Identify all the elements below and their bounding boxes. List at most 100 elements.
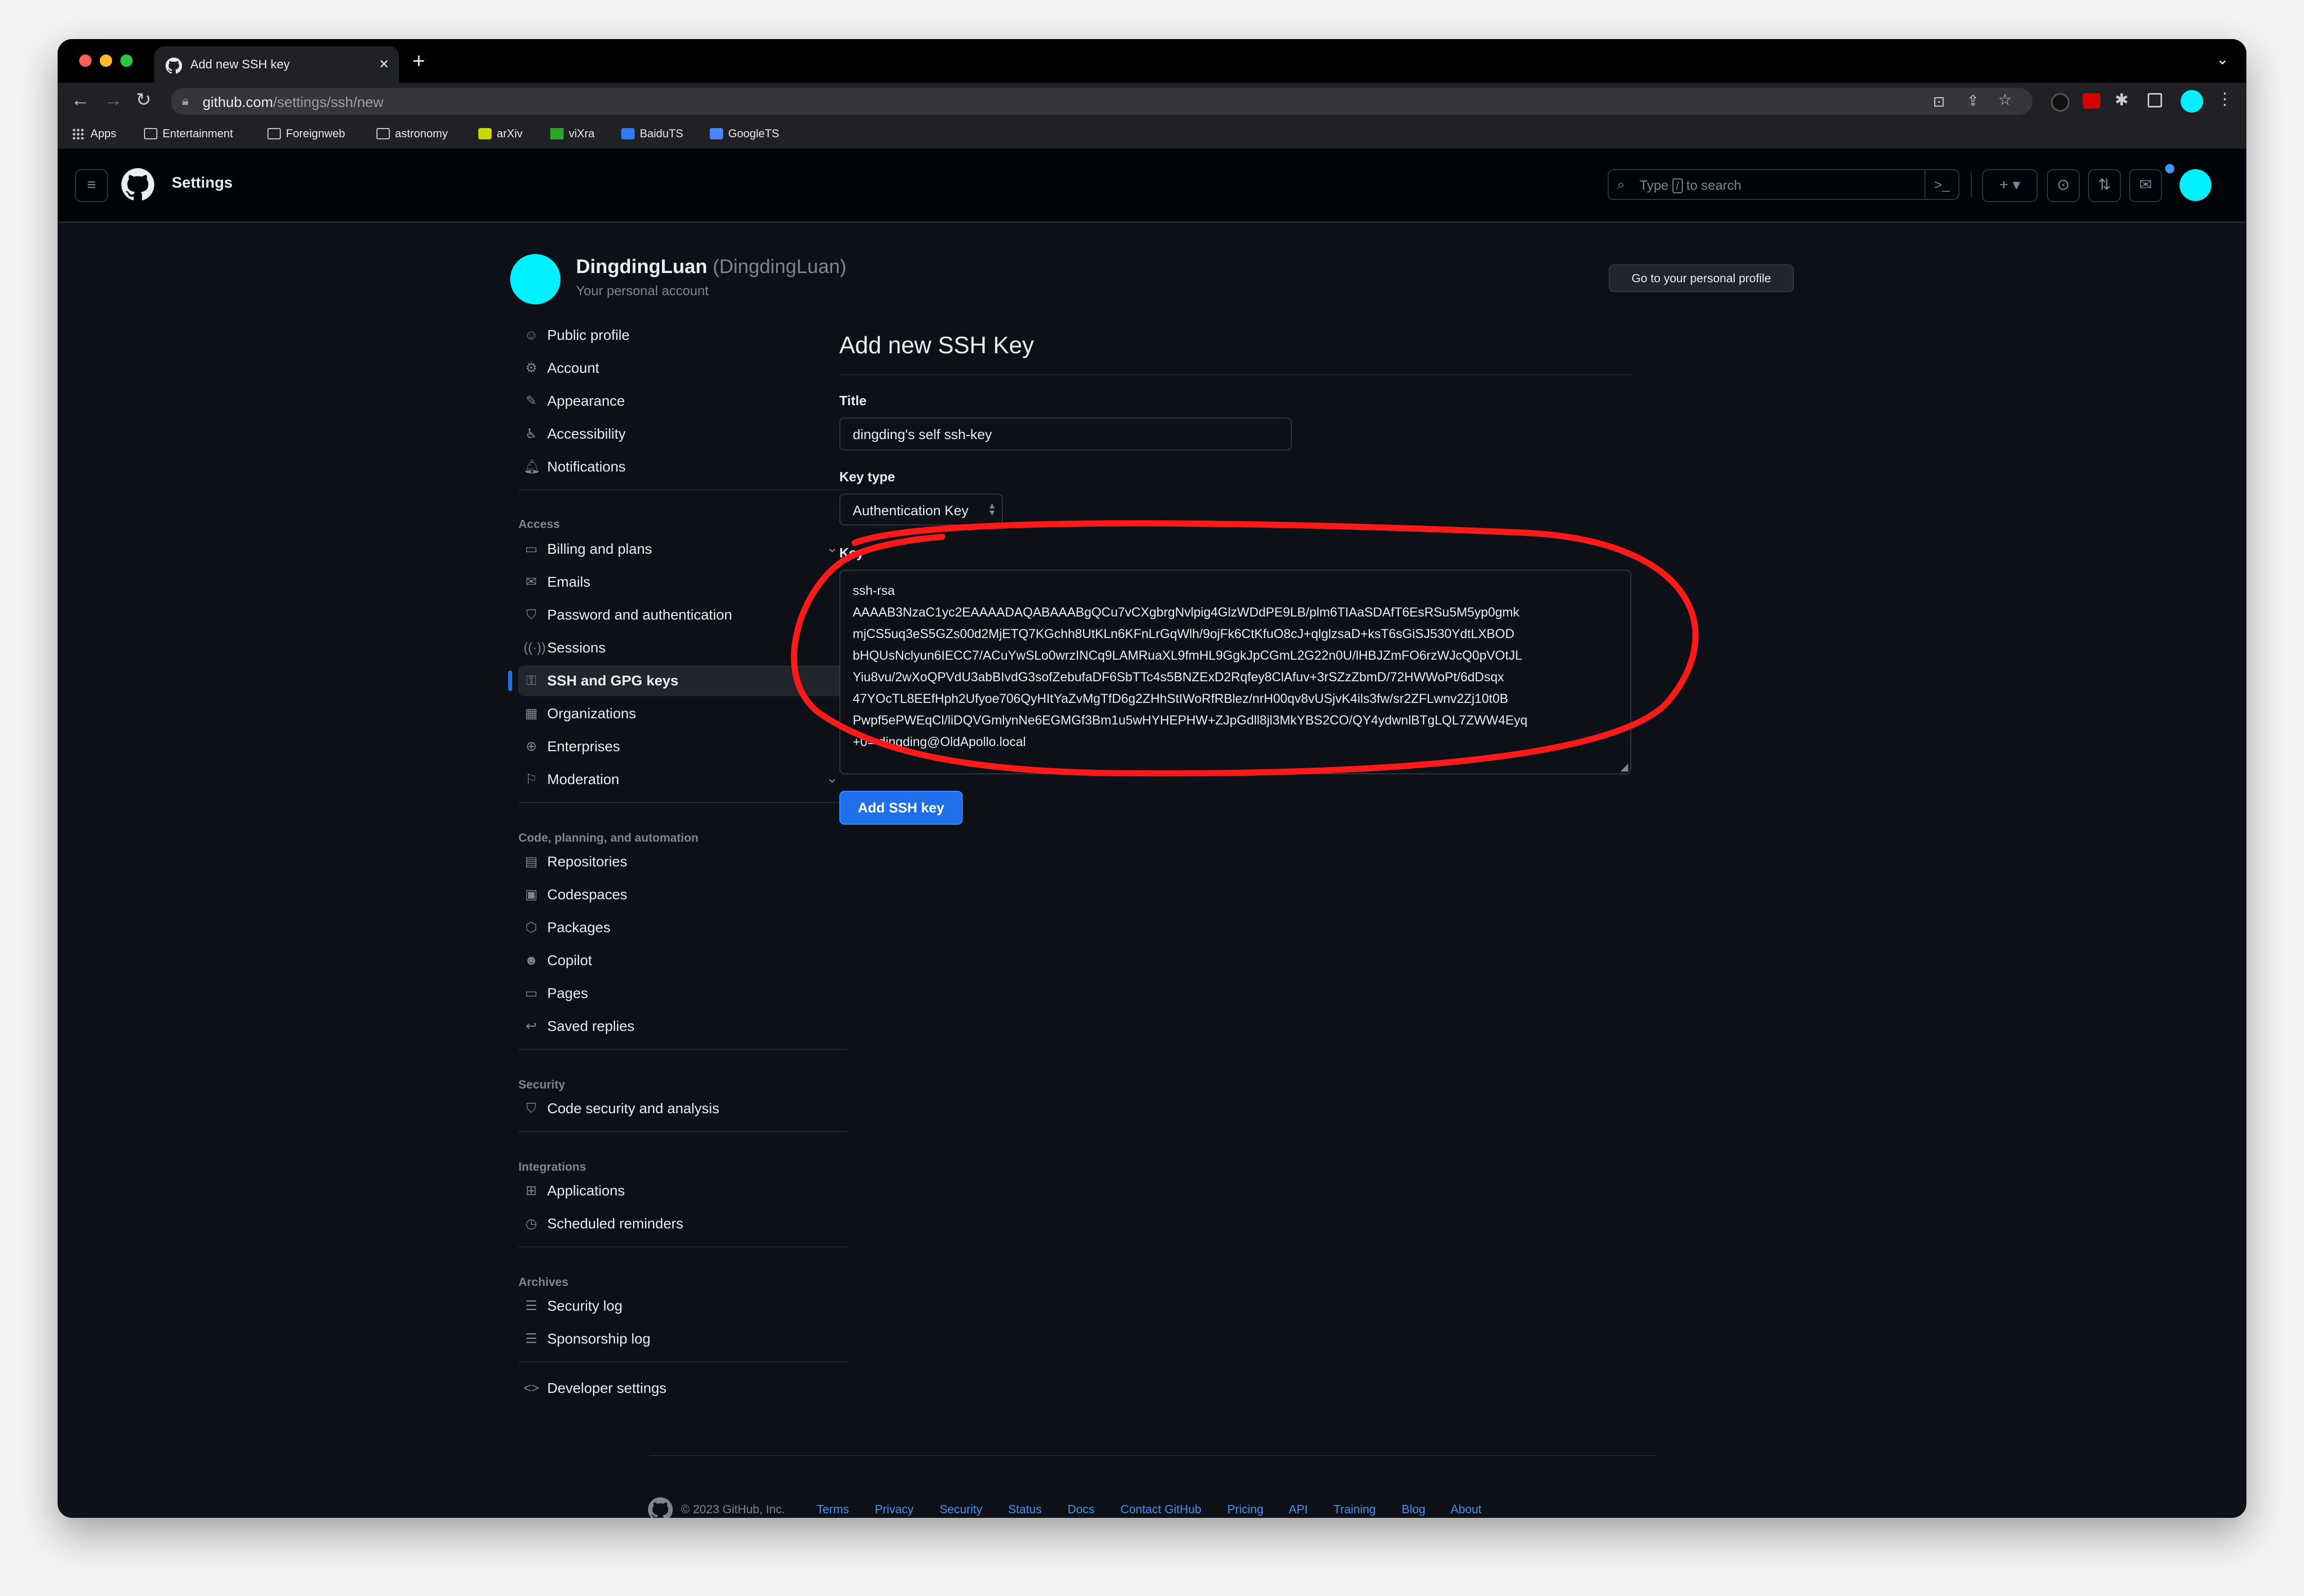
bookmark-entertainment[interactable]: Entertainment	[144, 127, 233, 140]
sidebar-item-security-log[interactable]: ☰ Security log	[518, 1291, 848, 1321]
sidebar-item-account[interactable]: ⚙︎ Account	[518, 353, 848, 384]
sidebar-item-sessions[interactable]: ((·)) Sessions	[518, 632, 848, 663]
sidebar-item-repositories[interactable]: ▤ Repositories	[518, 846, 848, 877]
folder-icon	[267, 128, 281, 139]
footer-link-terms[interactable]: Terms	[817, 1502, 849, 1516]
address-bar[interactable]: 🔒︎ github.com/settings/ssh/new ⊡ ⇪ ☆	[171, 88, 2032, 115]
add-ssh-key-button[interactable]: Add SSH key	[839, 791, 963, 825]
footer-link-docs[interactable]: Docs	[1068, 1502, 1094, 1516]
hamburger-menu-button[interactable]: ≡	[75, 169, 108, 202]
title-input[interactable]: dingding's self ssh-key	[839, 418, 1292, 450]
sidebar-item-saved-replies[interactable]: ↩ Saved replies	[518, 1011, 848, 1042]
sidebar-item-notifications[interactable]: 🔔︎ Notifications	[518, 451, 848, 482]
bookmark-vixra[interactable]: viXra	[550, 127, 595, 140]
notification-dot-icon	[2165, 164, 2174, 173]
issues-icon[interactable]: ⊙	[2047, 169, 2080, 202]
bookmark-googlets[interactable]: GoogleTS	[710, 127, 779, 140]
sidebar-item-sponsorship-log[interactable]: ☰ Sponsorship log	[518, 1323, 848, 1354]
install-app-icon[interactable]: ⊡	[1933, 93, 1945, 110]
sidebar-item-scheduled-reminders[interactable]: ◷ Scheduled reminders	[518, 1208, 848, 1239]
bookmark-foreignweb[interactable]: Foreignweb	[267, 127, 345, 140]
apps-icon: ⊞	[526, 1183, 537, 1198]
sidebar-item-copilot[interactable]: ☻ Copilot	[518, 945, 848, 976]
share-icon[interactable]: ⇪	[1967, 92, 1979, 109]
key-type-select[interactable]: Authentication Key ▴ ▾	[839, 494, 1003, 525]
folder-icon	[376, 128, 390, 139]
minimize-window-button[interactable]	[100, 55, 112, 67]
profile-avatar-icon[interactable]	[2181, 90, 2203, 113]
pull-requests-icon[interactable]: ⇅	[2088, 169, 2121, 202]
key-textarea[interactable]: ssh-rsa AAAAB3NzaC1yc2EAAAADAQABAAABgQCu…	[839, 570, 1631, 774]
sidebar-item-billing[interactable]: ▭ Billing and plans ⌄	[518, 534, 848, 565]
sidebar-item-developer-settings[interactable]: <> Developer settings	[518, 1373, 848, 1404]
sidebar-item-packages[interactable]: ⬡ Packages	[518, 912, 848, 943]
sidebar-item-emails[interactable]: ✉︎ Emails	[518, 567, 848, 597]
sidebar-item-pages[interactable]: ▭ Pages	[518, 978, 848, 1009]
key-line: 47YOcTL8EEfHph2Ufyoe706QyHItYaZvMgTfD6g2…	[853, 692, 1508, 706]
profile-name-row: DingdingLuan (DingdingLuan)	[576, 256, 847, 278]
maximize-window-button[interactable]	[120, 55, 133, 67]
sidebar-item-organizations[interactable]: ▦ Organizations	[518, 698, 848, 729]
bookmark-star-icon[interactable]: ☆	[1998, 91, 2012, 109]
sidebar-item-applications[interactable]: ⊞ Applications	[518, 1175, 848, 1206]
sidebar-item-ssh-gpg-keys[interactable]: ⚿ SSH and GPG keys	[508, 665, 848, 696]
back-arrow-icon[interactable]: ←	[71, 89, 89, 111]
forward-arrow-icon[interactable]: →	[104, 89, 122, 111]
bookmark-astronomy[interactable]: astronomy	[376, 127, 448, 140]
extension-red-icon[interactable]	[2083, 93, 2100, 108]
sidebar-item-moderation[interactable]: ⚐ Moderation ⌄	[518, 764, 848, 795]
sidebar-item-codespaces[interactable]: ▣ Codespaces	[518, 879, 848, 910]
footer-link-privacy[interactable]: Privacy	[875, 1502, 913, 1516]
header-context-title[interactable]: Settings	[172, 174, 232, 192]
footer-link-blog[interactable]: Blog	[1401, 1502, 1425, 1516]
red-annotation-circle	[791, 520, 1699, 777]
user-avatar[interactable]	[2180, 169, 2211, 201]
sidebar-item-password-auth[interactable]: ⛉ Password and authentication	[518, 600, 848, 630]
search-input[interactable]: ⌕ Type / to search >_	[1608, 169, 1959, 200]
inbox-icon[interactable]: ✉︎	[2129, 169, 2162, 202]
sidebar-divider	[518, 1131, 848, 1132]
create-new-button[interactable]: + ▾	[1982, 169, 2038, 202]
github-footer-logo-icon[interactable]	[648, 1497, 673, 1518]
footer-link-training[interactable]: Training	[1334, 1502, 1376, 1516]
footer-link-about[interactable]: About	[1451, 1502, 1482, 1516]
profile-avatar[interactable]	[510, 254, 561, 304]
footer-link-pricing[interactable]: Pricing	[1227, 1502, 1263, 1516]
footer-copyright: © 2023 GitHub, Inc.	[681, 1502, 785, 1516]
browser-menu-icon[interactable]: ⋮	[2217, 89, 2233, 108]
bookmark-apps[interactable]: Apps	[72, 127, 116, 140]
close-window-button[interactable]	[79, 55, 92, 67]
sidebar-item-appearance[interactable]: ✎ Appearance	[518, 386, 848, 416]
close-tab-icon[interactable]: ×	[379, 55, 389, 74]
footer-link-security[interactable]: Security	[940, 1502, 982, 1516]
sidebar-item-code-security[interactable]: ⛉ Code security and analysis	[518, 1093, 848, 1124]
clock-icon: ◷	[525, 1216, 537, 1231]
browser-tab[interactable]: Add new SSH key ×	[154, 46, 399, 83]
command-palette-icon[interactable]: >_	[1924, 170, 1958, 199]
arxiv-favicon-icon	[478, 128, 492, 139]
extension-circle-icon[interactable]	[2051, 93, 2069, 112]
repo-icon: ▤	[525, 854, 538, 869]
extensions-puzzle-icon[interactable]: ✱	[2115, 90, 2129, 110]
footer-link-contact[interactable]: Contact GitHub	[1121, 1502, 1201, 1516]
side-panel-icon[interactable]	[2148, 93, 2162, 107]
bookmark-arxiv[interactable]: arXiv	[478, 127, 523, 140]
package-icon: ⬡	[525, 919, 537, 935]
profile-name[interactable]: DingdingLuan	[576, 256, 707, 278]
sidebar-item-enterprises[interactable]: ⊕ Enterprises	[518, 731, 848, 762]
github-logo-icon[interactable]	[121, 168, 154, 201]
footer-link-api[interactable]: API	[1289, 1502, 1308, 1516]
bookmark-baiduts[interactable]: BaiduTS	[621, 127, 683, 140]
sidebar-item-accessibility[interactable]: ♿︎ Accessibility	[518, 419, 848, 449]
resize-handle-icon[interactable]: ◢	[1621, 760, 1628, 773]
title-label: Title	[839, 393, 867, 408]
form-heading: Add new SSH Key	[839, 332, 1034, 358]
tab-search-chevron-icon[interactable]: ⌄	[2216, 50, 2229, 68]
reload-icon[interactable]: ↻	[136, 89, 151, 111]
apps-grid-icon	[72, 128, 85, 139]
go-to-profile-button[interactable]: Go to your personal profile	[1609, 264, 1794, 292]
footer-link-status[interactable]: Status	[1008, 1502, 1041, 1516]
active-indicator	[508, 670, 512, 691]
sidebar-item-public-profile[interactable]: ☺︎ Public profile	[518, 320, 848, 351]
new-tab-button[interactable]: +	[412, 48, 425, 73]
